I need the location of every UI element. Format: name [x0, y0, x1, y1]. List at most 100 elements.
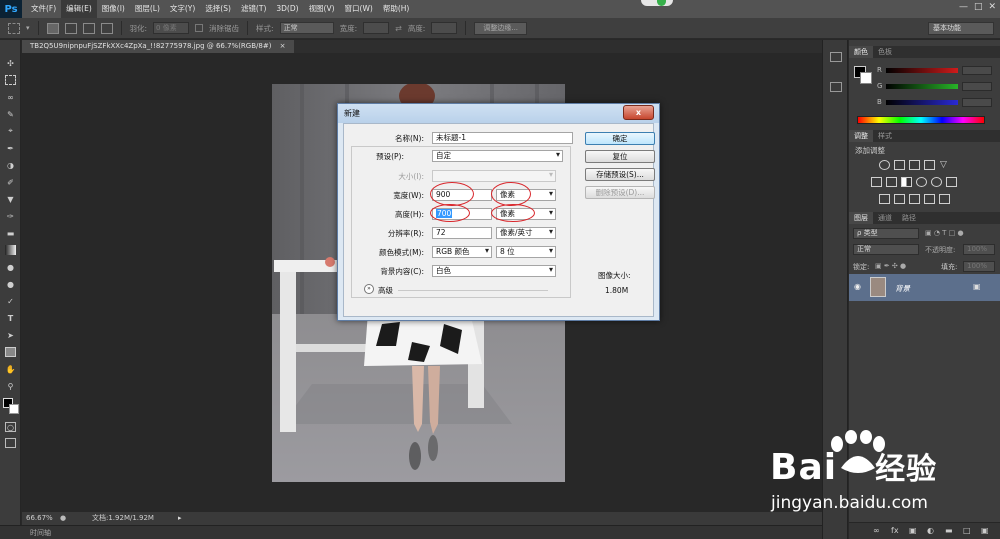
tab-color[interactable]: 颜色 — [849, 46, 873, 58]
blend-mode-select[interactable]: 正常 — [853, 244, 919, 255]
tab-paths[interactable]: 路径 — [897, 212, 921, 224]
layer-name[interactable]: 背景 — [895, 283, 910, 294]
workspace-select[interactable]: 基本功能 — [928, 22, 994, 35]
group-icon[interactable]: ▬ — [945, 526, 953, 535]
photo-filter-icon[interactable] — [916, 177, 927, 187]
brightness-contrast-icon[interactable] — [879, 160, 890, 170]
posterize-icon[interactable] — [894, 194, 905, 204]
red-slider[interactable] — [885, 67, 958, 73]
quick-mask-icon[interactable]: ○ — [5, 422, 16, 432]
layer-style-icon[interactable]: fx — [891, 526, 899, 535]
healing-brush-tool-icon[interactable]: ◑ — [5, 160, 16, 170]
hand-tool-icon[interactable]: ✋ — [5, 364, 16, 374]
close-tab-icon[interactable]: × — [280, 42, 286, 50]
actions-panel-icon[interactable] — [830, 82, 842, 92]
background-contents-select[interactable]: 白色 — [432, 265, 556, 277]
subtract-selection-icon[interactable] — [82, 22, 95, 34]
save-preset-button[interactable]: 存储预设(S)... — [585, 168, 655, 181]
close-icon[interactable]: ✕ — [988, 2, 996, 12]
vibrance-icon[interactable]: ▽ — [939, 160, 950, 170]
menu-view[interactable]: 视图(V) — [304, 0, 340, 18]
blue-value-input[interactable] — [961, 97, 992, 107]
gradient-map-icon[interactable] — [939, 194, 950, 204]
menu-3d[interactable]: 3D(D) — [271, 0, 303, 18]
layer-mask-icon[interactable]: ▣ — [909, 526, 917, 535]
new-layer-icon[interactable]: □ — [963, 526, 971, 535]
dodge-tool-icon[interactable]: ● — [5, 279, 16, 289]
color-lookup-icon[interactable] — [946, 177, 957, 187]
ok-button[interactable]: 确定 — [585, 132, 655, 145]
rectangle-tool-icon[interactable] — [5, 347, 16, 357]
chevron-double-down-icon[interactable]: » — [364, 284, 374, 294]
swap-icon[interactable]: ⇄ — [395, 24, 402, 33]
quick-select-tool-icon[interactable]: ✎ — [5, 109, 16, 119]
add-selection-icon[interactable] — [64, 22, 77, 34]
screen-mode-icon[interactable] — [5, 438, 16, 448]
blur-tool-icon[interactable]: ● — [5, 262, 16, 272]
hue-saturation-icon[interactable] — [871, 177, 882, 187]
menu-file[interactable]: 文件(F) — [26, 0, 61, 18]
delete-layer-icon[interactable]: ▣ — [981, 526, 989, 535]
maximize-icon[interactable]: □ — [974, 2, 983, 12]
refine-edge-button[interactable]: 调整边缘... — [474, 21, 528, 35]
background-color-swatch[interactable] — [9, 404, 19, 414]
layer-filter-select[interactable]: ρ 类型 — [853, 228, 919, 239]
tab-swatches[interactable]: 色板 — [873, 46, 897, 58]
menu-image[interactable]: 图像(I) — [97, 0, 130, 18]
layer-filter-icons[interactable]: ▣ ◔ T □ ● — [925, 229, 964, 237]
menu-filter[interactable]: 滤镜(T) — [236, 0, 271, 18]
opacity-input[interactable]: 100% — [963, 244, 995, 255]
menu-layer[interactable]: 图层(L) — [130, 0, 165, 18]
type-tool-icon[interactable]: T — [5, 313, 16, 323]
brush-tool-icon[interactable]: ✐ — [5, 177, 16, 187]
status-arrow-icon[interactable]: ▸ — [178, 512, 182, 525]
green-value-input[interactable] — [962, 81, 993, 91]
resolution-unit-select[interactable]: 像素/英寸 — [496, 227, 556, 239]
tab-styles[interactable]: 样式 — [873, 130, 897, 142]
invert-icon[interactable] — [879, 194, 890, 204]
selective-color-icon[interactable] — [924, 194, 935, 204]
eyedropper-tool-icon[interactable]: ✒ — [5, 143, 16, 153]
history-brush-tool-icon[interactable]: ✑ — [5, 211, 16, 221]
clone-stamp-tool-icon[interactable]: ▼ — [5, 194, 16, 204]
zoom-level[interactable]: 66.67% — [26, 512, 53, 525]
menu-select[interactable]: 选择(S) — [200, 0, 236, 18]
advanced-toggle[interactable]: » 高级 — [364, 284, 564, 296]
tab-layers[interactable]: 图层 — [849, 212, 873, 224]
channel-mixer-icon[interactable] — [931, 177, 942, 187]
color-balance-icon[interactable] — [886, 177, 897, 187]
crop-tool-icon[interactable]: ⌖ — [5, 126, 16, 136]
style-select[interactable]: 正常 — [279, 22, 334, 34]
fill-input[interactable]: 100% — [963, 261, 995, 272]
document-tab[interactable]: TB2Q5U9nipnpuFjSZFkXXc4ZpXa_!!82775978.j… — [22, 40, 294, 53]
marquee-tool-preset-icon[interactable] — [8, 22, 20, 34]
dialog-close-button[interactable]: x — [623, 105, 654, 120]
zoom-tool-icon[interactable]: ⚲ — [5, 381, 16, 391]
levels-icon[interactable] — [894, 160, 905, 170]
menu-help[interactable]: 帮助(H) — [378, 0, 415, 18]
threshold-icon[interactable] — [909, 194, 920, 204]
dialog-titlebar[interactable]: 新建 x — [338, 104, 659, 123]
exposure-icon[interactable] — [924, 160, 935, 170]
marquee-tool-icon[interactable] — [5, 75, 16, 85]
intersect-selection-icon[interactable] — [100, 22, 113, 34]
bit-depth-select[interactable]: 8 位 — [496, 246, 556, 258]
layer-row-background[interactable]: ◉ 背景 ▣ — [849, 274, 1000, 301]
status-menu-icon[interactable]: ● — [60, 512, 66, 525]
preset-select[interactable]: 自定 — [432, 150, 563, 162]
height-input[interactable] — [431, 22, 458, 34]
antialias-checkbox[interactable] — [195, 24, 204, 32]
visibility-eye-icon[interactable]: ◉ — [854, 282, 861, 291]
color-mode-select[interactable]: RGB 颜色 — [432, 246, 492, 258]
tab-channels[interactable]: 通道 — [873, 212, 897, 224]
new-selection-icon[interactable] — [46, 22, 59, 34]
red-value-input[interactable] — [961, 65, 992, 75]
adjustment-layer-icon[interactable]: ◐ — [927, 526, 934, 535]
green-slider[interactable] — [886, 83, 959, 89]
eraser-tool-icon[interactable]: ▬ — [5, 228, 16, 238]
path-selection-tool-icon[interactable]: ➤ — [5, 330, 16, 340]
black-white-icon[interactable] — [901, 177, 912, 187]
width-input[interactable] — [363, 22, 390, 34]
background-color-swatch[interactable] — [860, 72, 872, 84]
history-panel-icon[interactable] — [830, 52, 842, 62]
